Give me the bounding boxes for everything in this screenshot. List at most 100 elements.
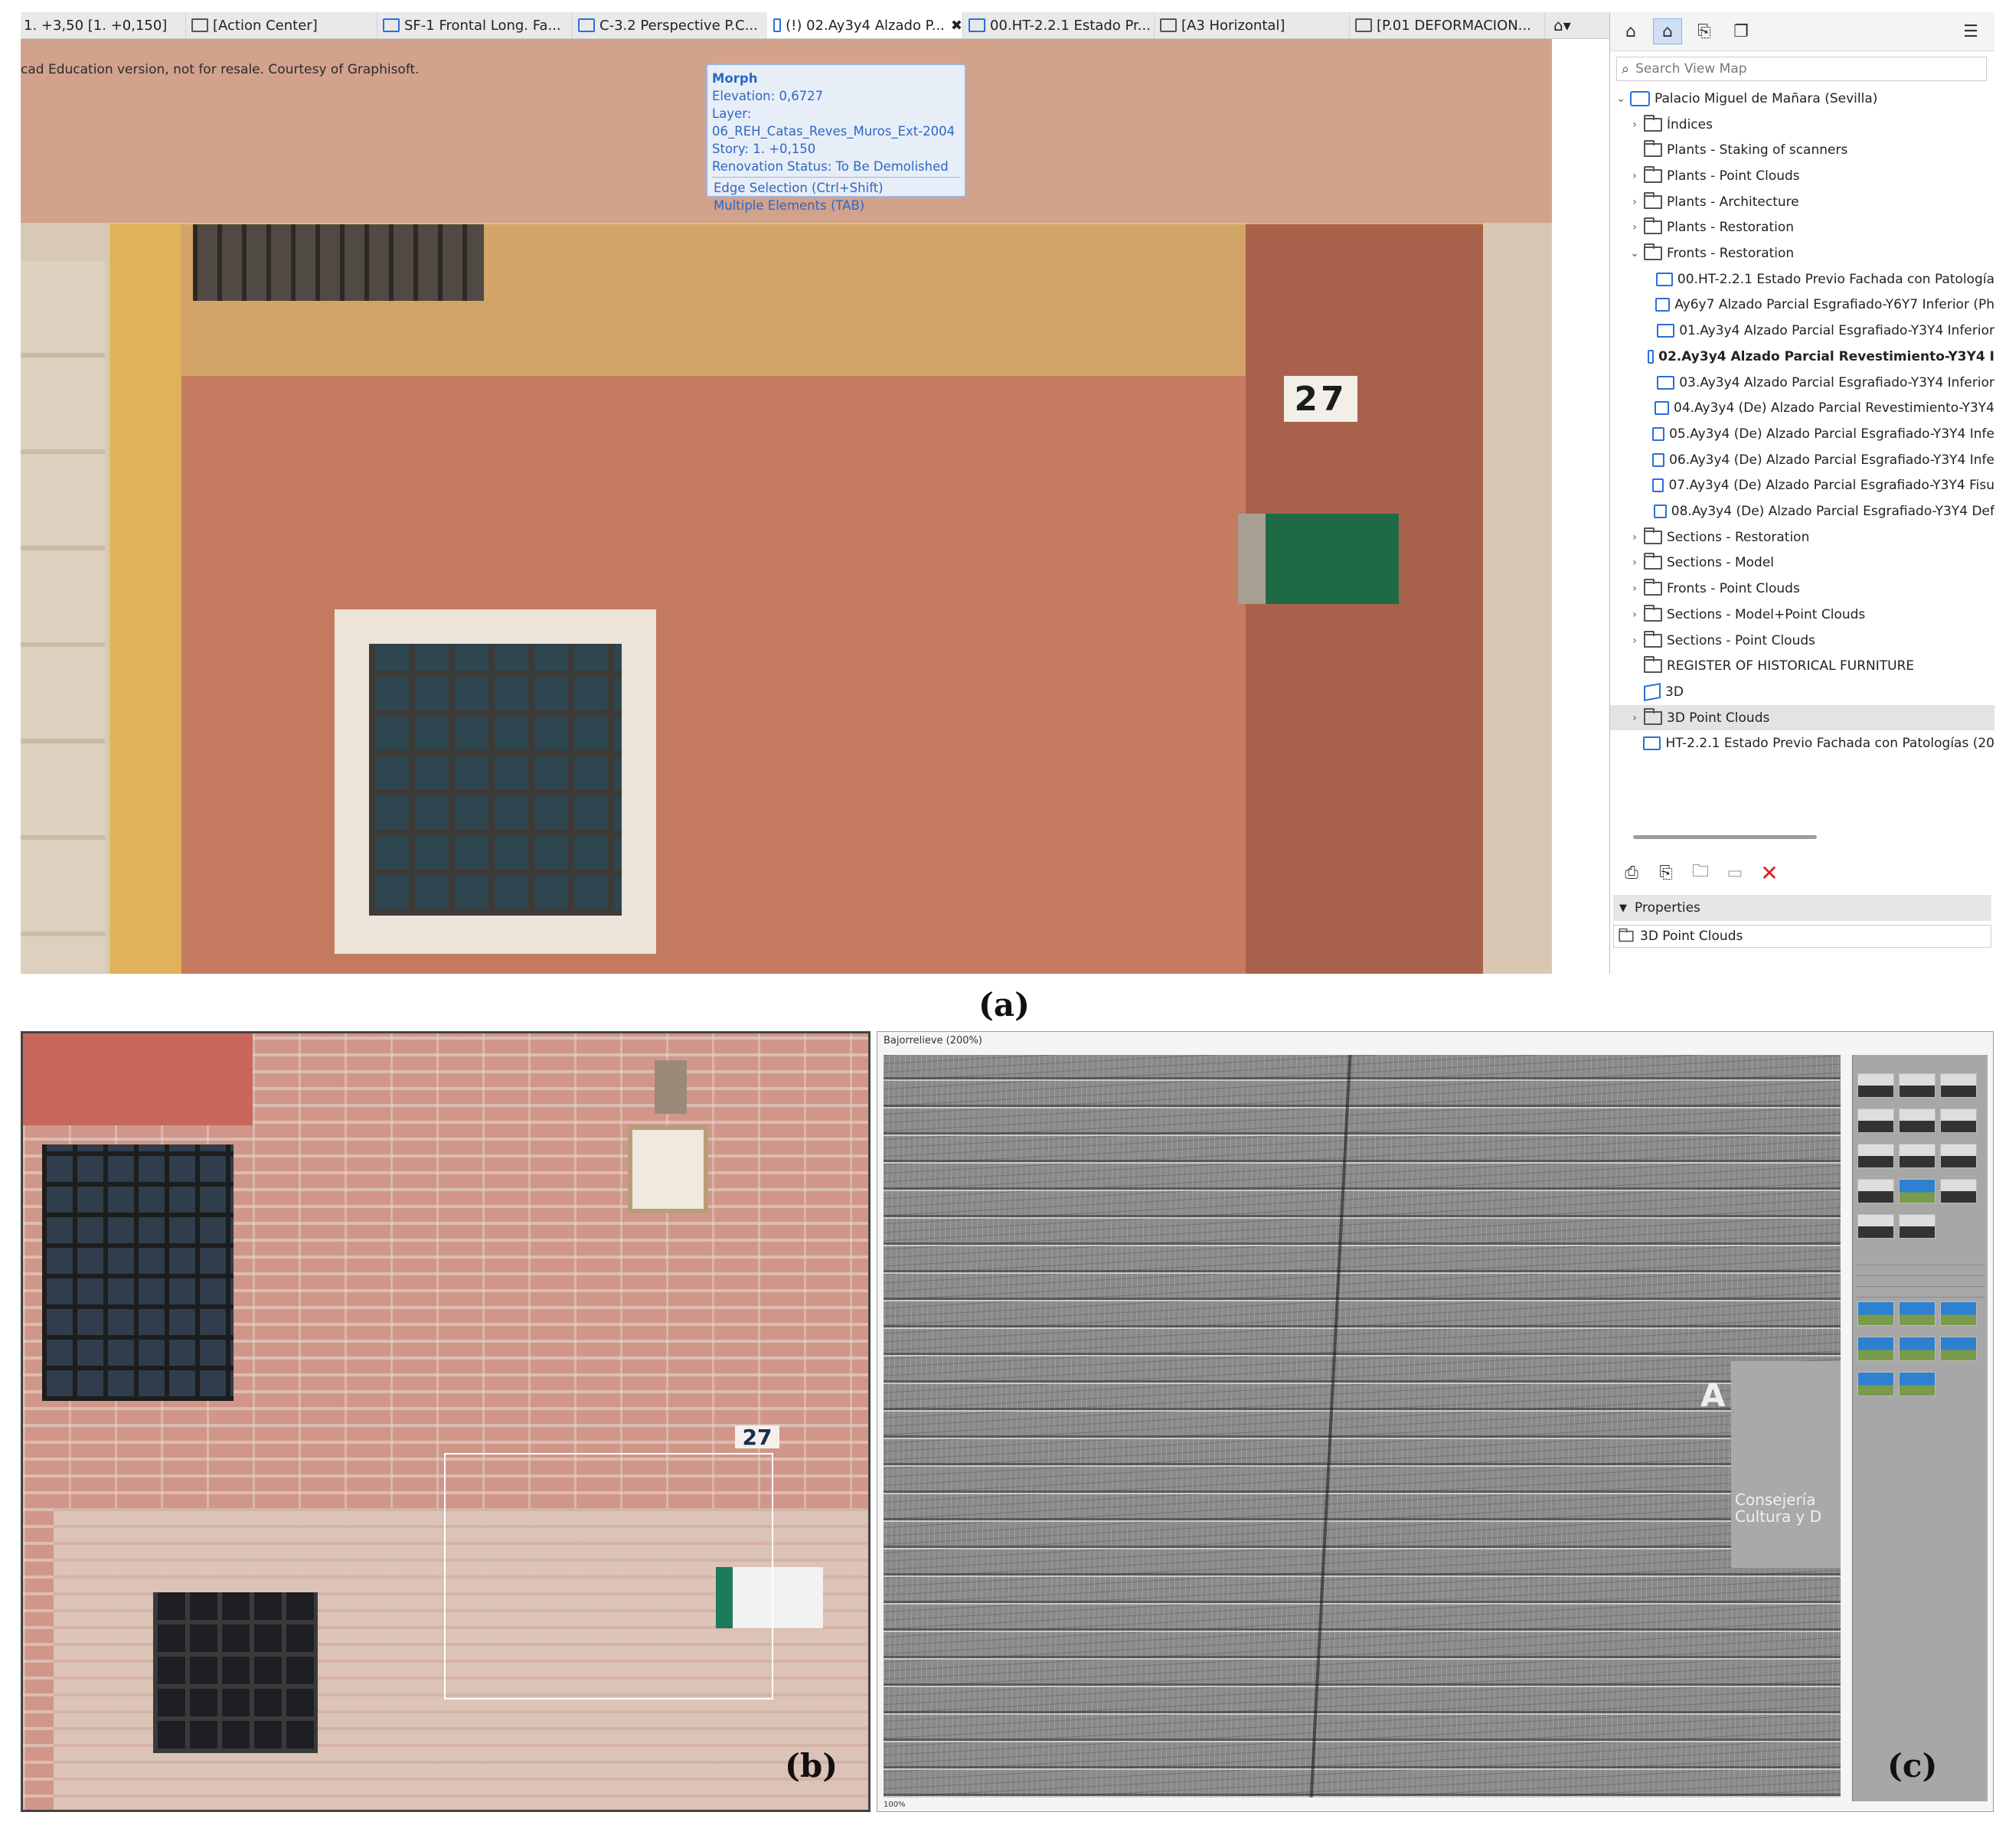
tree-item[interactable]: › Índices bbox=[1610, 112, 1994, 138]
filter-thumbnail[interactable] bbox=[1899, 1337, 1936, 1361]
filter-thumbnail[interactable] bbox=[1899, 1144, 1936, 1168]
tooltip-action[interactable]: Multiple Elements (TAB) bbox=[714, 197, 960, 214]
filter-thumbnail[interactable] bbox=[1899, 1372, 1936, 1396]
tab-action-center[interactable]: [Action Center] bbox=[185, 12, 377, 38]
tree-item[interactable]: ⌄ Fronts - Restoration bbox=[1610, 240, 1994, 266]
publisher-sets-icon[interactable]: ❐ bbox=[1726, 18, 1756, 44]
tree-item[interactable]: › Sections - Point Clouds bbox=[1610, 628, 1994, 654]
tree-item[interactable]: 02.Ay3y4 Alzado Parcial Revestimiento-Y3… bbox=[1610, 344, 1994, 370]
close-icon[interactable]: ✖ bbox=[951, 18, 962, 34]
tree-item[interactable]: 00.HT-2.2.1 Estado Previo Fachada con Pa… bbox=[1610, 266, 1994, 292]
tree-item[interactable]: 3D bbox=[1610, 679, 1994, 705]
filter-thumbnail[interactable] bbox=[1940, 1073, 1977, 1098]
morph-outline-top[interactable] bbox=[109, 223, 1487, 224]
save-current-view-icon[interactable]: ⎙ bbox=[1618, 860, 1645, 885]
zoom-level[interactable]: 100% bbox=[884, 1801, 906, 1809]
filter-thumbnail[interactable] bbox=[1857, 1301, 1894, 1326]
tree-item[interactable]: › Plants - Architecture bbox=[1610, 189, 1994, 215]
filter-thumbnail[interactable] bbox=[1940, 1179, 1977, 1203]
filter-thumbnail[interactable] bbox=[1940, 1144, 1977, 1168]
properties-name-field[interactable]: 3D Point Clouds bbox=[1613, 925, 1991, 948]
filter-category-row[interactable] bbox=[1856, 1288, 1984, 1298]
tree-item[interactable]: ⌄ Palacio Miguel de Mañara (Sevilla) bbox=[1610, 86, 1994, 112]
collapsed-arrow-icon[interactable]: › bbox=[1628, 609, 1641, 621]
sign-relief-text: Consejería Cultura y D bbox=[1735, 1491, 1821, 1525]
green-plaque bbox=[1238, 514, 1399, 604]
project-map-icon[interactable]: ⌂ bbox=[1616, 18, 1645, 44]
filter-thumbnail[interactable] bbox=[1940, 1301, 1977, 1326]
tree-item[interactable]: Plants - Staking of scanners bbox=[1610, 137, 1994, 163]
elevation-viewport[interactable]: 27 cad Education version, not for resale… bbox=[21, 39, 1552, 974]
search-view-map-field[interactable]: ⌕ Search View Map bbox=[1616, 57, 1987, 81]
drawing-icon bbox=[1643, 736, 1661, 751]
tab-00-ht[interactable]: 00.HT-2.2.1 Estado Pr... bbox=[962, 12, 1155, 38]
folder-icon bbox=[1644, 191, 1662, 209]
settings-icon[interactable]: ▭ bbox=[1721, 860, 1749, 885]
navigator-menu-icon[interactable]: ☰ bbox=[1956, 18, 1985, 44]
tree-item[interactable]: 05.Ay3y4 (De) Alzado Parcial Esgrafiado-… bbox=[1610, 421, 1994, 447]
filter-thumbnail[interactable] bbox=[1857, 1108, 1894, 1133]
collapsed-arrow-icon[interactable]: › bbox=[1628, 557, 1641, 569]
tree-item[interactable]: › Fronts - Point Clouds bbox=[1610, 576, 1994, 602]
layout-book-icon[interactable]: ⎘ bbox=[1690, 18, 1719, 44]
filter-thumbnail[interactable] bbox=[1857, 1337, 1894, 1361]
tree-item[interactable]: 03.Ay3y4 Alzado Parcial Esgrafiado-Y3Y4 … bbox=[1610, 370, 1994, 396]
tab-c32-perspective[interactable]: C-3.2 Perspective P.C... bbox=[572, 12, 768, 38]
filter-thumbnail[interactable] bbox=[1857, 1073, 1894, 1098]
new-folder-icon[interactable]: 🗀 bbox=[1687, 860, 1714, 885]
collapsed-arrow-icon[interactable]: › bbox=[1628, 583, 1641, 595]
tab-sf1-frontal[interactable]: SF-1 Frontal Long. Fa... bbox=[377, 12, 573, 38]
tab-02-ay3y4-alzado[interactable]: (!) 02.Ay3y4 Alzado P... ✖ bbox=[767, 12, 963, 38]
tree-item[interactable]: 04.Ay3y4 (De) Alzado Parcial Revestimien… bbox=[1610, 395, 1994, 421]
morph-outline-left[interactable] bbox=[109, 223, 110, 974]
tree-item[interactable]: 06.Ay3y4 (De) Alzado Parcial Esgrafiado-… bbox=[1610, 447, 1994, 473]
collapsed-arrow-icon[interactable]: › bbox=[1628, 635, 1641, 647]
tree-item[interactable]: › Sections - Restoration bbox=[1610, 524, 1994, 550]
filter-thumbnail[interactable] bbox=[1940, 1337, 1977, 1361]
filter-gallery-panel bbox=[1852, 1055, 1988, 1801]
delete-icon[interactable]: ✕ bbox=[1756, 860, 1783, 886]
filter-thumbnail[interactable] bbox=[1899, 1073, 1936, 1098]
horizontal-scrollbar[interactable] bbox=[1633, 835, 1817, 839]
filter-thumbnail[interactable] bbox=[1899, 1214, 1936, 1239]
filter-category-row[interactable] bbox=[1856, 1255, 1984, 1265]
filter-thumbnail[interactable] bbox=[1857, 1214, 1894, 1239]
tree-item[interactable]: › 3D Point Clouds bbox=[1610, 704, 1994, 731]
tree-item[interactable]: REGISTER OF HISTORICAL FURNITURE bbox=[1610, 653, 1994, 679]
tooltip-action[interactable]: Edge Selection (Ctrl+Shift) bbox=[714, 179, 960, 197]
filter-thumbnail[interactable] bbox=[1899, 1108, 1936, 1133]
collapsed-arrow-icon[interactable]: › bbox=[1628, 170, 1641, 182]
tab-label: [Action Center] bbox=[213, 17, 318, 34]
collapsed-arrow-icon[interactable]: › bbox=[1628, 221, 1641, 233]
tree-item[interactable]: › Sections - Model bbox=[1610, 550, 1994, 576]
search-icon: ⌕ bbox=[1622, 60, 1630, 77]
tree-item[interactable]: › Sections - Model+Point Clouds bbox=[1610, 602, 1994, 628]
filter-thumbnail[interactable] bbox=[1899, 1301, 1936, 1326]
properties-header[interactable]: ▼ Properties bbox=[1613, 895, 1991, 921]
collapsed-arrow-icon[interactable]: › bbox=[1628, 119, 1641, 131]
tab-a3-horizontal[interactable]: [A3 Horizontal] bbox=[1154, 12, 1350, 38]
filter-thumbnail[interactable] bbox=[1857, 1372, 1894, 1396]
expanded-arrow-icon[interactable]: ⌄ bbox=[1615, 93, 1627, 105]
tree-item[interactable]: 08.Ay3y4 (De) Alzado Parcial Esgrafiado-… bbox=[1610, 498, 1994, 524]
tab-story[interactable]: 1. +3,50 [1. +0,150] bbox=[21, 12, 186, 38]
filter-thumbnail[interactable] bbox=[1857, 1144, 1894, 1168]
clone-folder-icon[interactable]: ⎘ bbox=[1652, 860, 1680, 885]
filter-thumbnail[interactable] bbox=[1940, 1108, 1977, 1133]
tree-item[interactable]: › Plants - Restoration bbox=[1610, 215, 1994, 241]
tab-p01-deformacion[interactable]: [P.01 DEFORMACION... bbox=[1349, 12, 1545, 38]
tree-item[interactable]: › Plants - Point Clouds bbox=[1610, 163, 1994, 189]
tree-item[interactable]: HT-2.2.1 Estado Previo Fachada con Patol… bbox=[1610, 731, 1994, 757]
collapsed-arrow-icon[interactable]: › bbox=[1628, 531, 1641, 544]
filter-category-row[interactable] bbox=[1856, 1277, 1984, 1287]
filter-thumbnail[interactable] bbox=[1899, 1179, 1936, 1203]
tree-item[interactable]: Ay6y7 Alzado Parcial Esgrafiado-Y6Y7 Inf… bbox=[1610, 292, 1994, 318]
expanded-arrow-icon[interactable]: ⌄ bbox=[1628, 247, 1641, 260]
collapsed-arrow-icon[interactable]: › bbox=[1628, 712, 1641, 724]
filter-thumbnail[interactable] bbox=[1857, 1179, 1894, 1203]
view-map-icon[interactable]: ⌂ bbox=[1653, 18, 1682, 44]
collapsed-arrow-icon[interactable]: › bbox=[1628, 196, 1641, 208]
tree-item[interactable]: 01.Ay3y4 Alzado Parcial Esgrafiado-Y3Y4 … bbox=[1610, 318, 1994, 344]
tree-item[interactable]: 07.Ay3y4 (De) Alzado Parcial Esgrafiado-… bbox=[1610, 473, 1994, 499]
filter-category-row[interactable] bbox=[1856, 1266, 1984, 1276]
